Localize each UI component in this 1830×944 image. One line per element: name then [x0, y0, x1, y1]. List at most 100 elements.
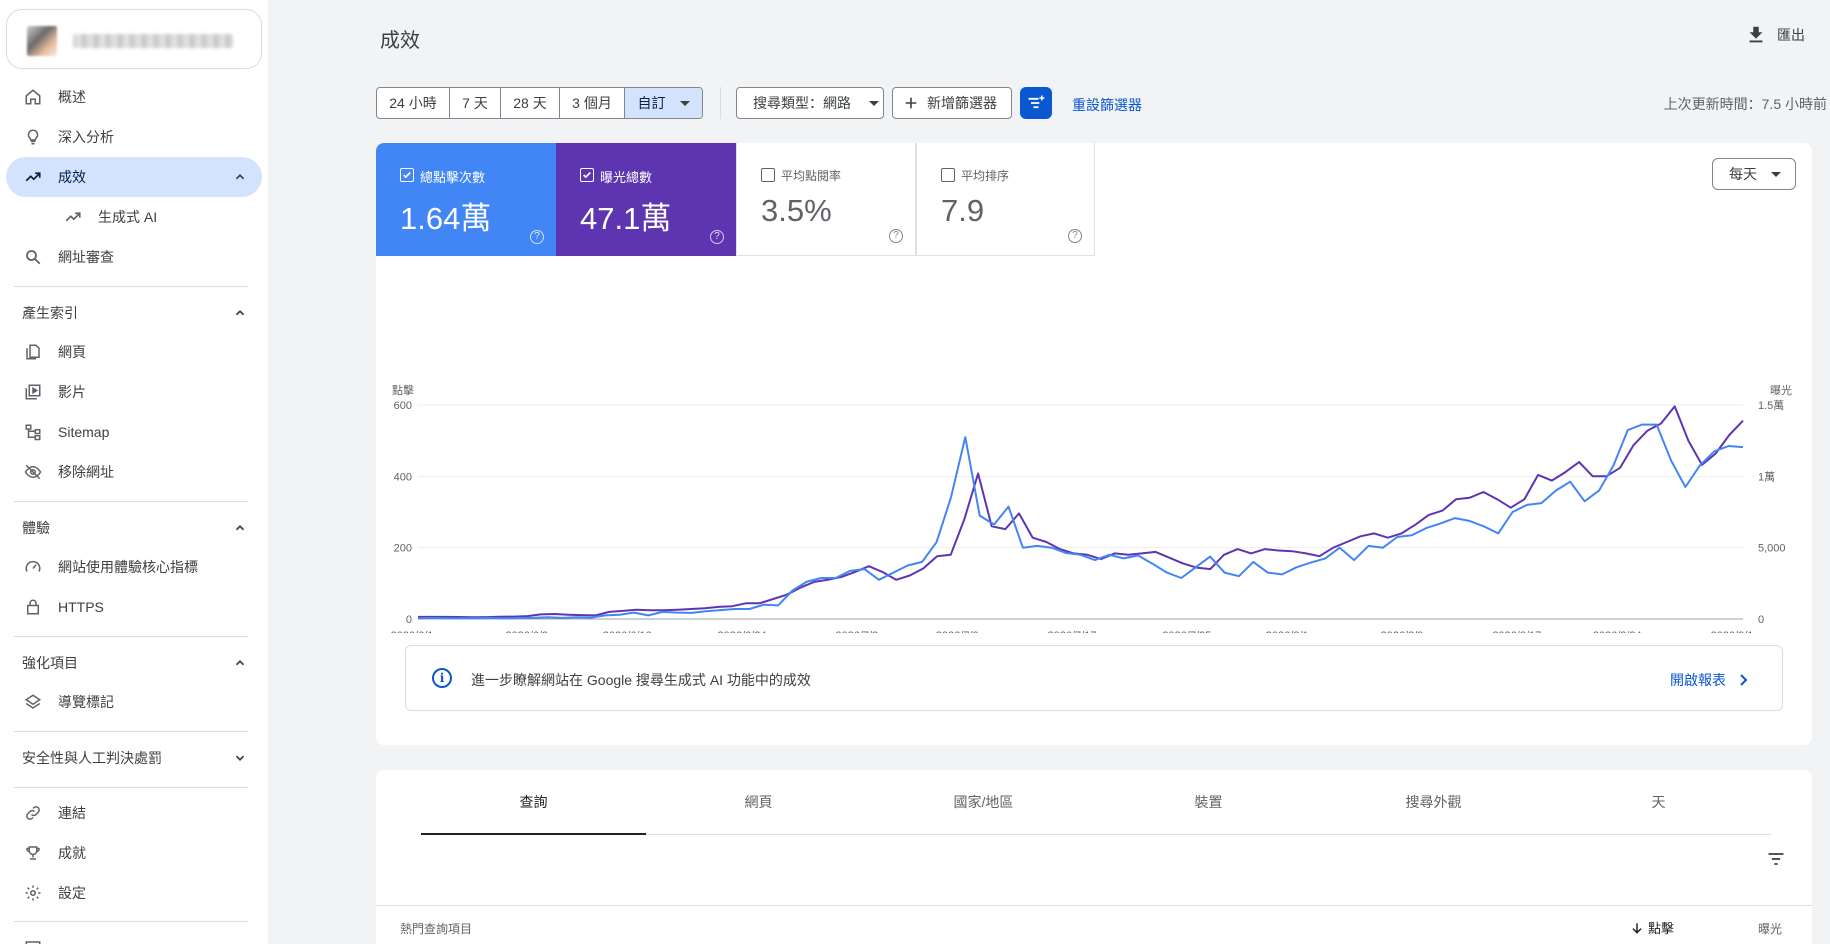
sidebar-item-label: 概述: [58, 89, 86, 105]
chevron-up-icon[interactable]: [230, 167, 250, 187]
sidebar-item-label: 移除網址: [58, 464, 114, 480]
sidebar-item-label: 連結: [58, 805, 86, 821]
sidebar-item-pages[interactable]: 網頁: [6, 332, 262, 372]
sidebar-item-label: 導覽標記: [58, 694, 114, 710]
metric-total-clicks[interactable]: 總點擊次數 1.64萬 ?: [376, 143, 556, 256]
search-icon: [23, 247, 43, 267]
range-3m[interactable]: 3 個月: [560, 88, 625, 118]
checkbox-checked-icon[interactable]: [580, 168, 594, 182]
help-icon[interactable]: ?: [889, 229, 903, 243]
metric-value: 7.9: [941, 193, 985, 228]
x-tick-label: 2026/8/1: [1266, 630, 1309, 633]
sidebar-item-performance[interactable]: 成效: [6, 157, 262, 197]
tab-pages[interactable]: 網頁: [646, 770, 871, 834]
column-header-queries: 熱門查詢項目: [400, 922, 473, 936]
sidebar-item-breadcrumbs[interactable]: 導覽標記: [6, 682, 262, 722]
x-tick-label: 2026/6/16: [603, 630, 652, 633]
help-icon[interactable]: ?: [1068, 229, 1082, 243]
series-line-clicks: [417, 423, 1744, 620]
section-security[interactable]: 安全性與人工判決處罰: [6, 742, 262, 774]
tab-countries[interactable]: 國家/地區: [871, 770, 1096, 834]
sidebar-item-videos[interactable]: 影片: [6, 372, 262, 412]
sidebar-item-overview[interactable]: 概述: [6, 77, 262, 117]
checkbox-unchecked-icon[interactable]: [941, 168, 955, 182]
filter-list-icon[interactable]: [1764, 847, 1788, 871]
date-range-selector: 24 小時 7 天 28 天 3 個月 自訂: [376, 87, 703, 119]
section-experience[interactable]: 體驗: [6, 512, 262, 544]
metric-average-ctr[interactable]: 平均點閱率 3.5% ?: [736, 143, 916, 256]
metric-label: 曝光總數: [600, 170, 653, 185]
sidebar-item-label: 網頁: [58, 344, 86, 360]
section-enhancements[interactable]: 強化項目: [6, 647, 262, 679]
tab-dates[interactable]: 天: [1546, 770, 1771, 834]
trending-up-icon: [63, 207, 83, 227]
ai-features-banner: i 進一步瞭解網站在 Google 搜尋生成式 AI 功能中的成效 開啟報表: [405, 645, 1783, 711]
metric-average-position[interactable]: 平均排序 7.9 ?: [916, 143, 1095, 256]
trophy-icon: [23, 843, 43, 863]
sidebar-item-generative-ai[interactable]: 生成式 AI: [6, 197, 262, 237]
range-28d[interactable]: 28 天: [501, 88, 560, 118]
metric-total-impressions[interactable]: 曝光總數 47.1萬 ?: [556, 143, 736, 256]
search-type-dropdown[interactable]: 搜尋類型：網路: [736, 87, 884, 119]
sidebar-item-achievements[interactable]: 成就: [6, 833, 262, 873]
gear-icon: [23, 883, 43, 903]
chevron-up-icon: [230, 303, 250, 323]
sidebar-item-https[interactable]: HTTPS: [6, 587, 262, 627]
sidebar-item-label: 網站使用體驗核心指標: [58, 559, 198, 575]
y-tick-right: 1萬: [1758, 470, 1775, 483]
sidebar-item-insights[interactable]: 深入分析: [6, 117, 262, 157]
property-name-redacted: [73, 34, 233, 48]
sidebar-item-core-web-vitals[interactable]: 網站使用體驗核心指標: [6, 547, 262, 587]
open-report-label: 開啟報表: [1670, 672, 1726, 688]
open-report-link[interactable]: 開啟報表: [1670, 670, 1748, 690]
sidebar: 概述 深入分析 成效 生成式 AI 網址審查 產生索引 網頁 影片 Sitema…: [0, 0, 268, 944]
sidebar-item-label: Sitemap: [58, 424, 110, 440]
toolbar-divider: [720, 87, 721, 119]
export-label: 匯出: [1777, 27, 1805, 43]
sitemap-icon: [23, 422, 43, 442]
tab-devices[interactable]: 裝置: [1096, 770, 1321, 834]
sidebar-divider: [14, 501, 248, 502]
layers-icon: [23, 692, 43, 712]
section-label: 強化項目: [22, 655, 78, 671]
sidebar-item-url-inspection[interactable]: 網址審查: [6, 237, 262, 277]
tab-search-appearance[interactable]: 搜尋外觀: [1321, 770, 1546, 834]
range-7d[interactable]: 7 天: [450, 88, 501, 118]
checkbox-checked-icon[interactable]: [400, 168, 414, 182]
sidebar-item-label: 深入分析: [58, 129, 114, 145]
granularity-dropdown[interactable]: 每天: [1712, 158, 1796, 190]
lightbulb-icon: [23, 127, 43, 147]
metric-value: 3.5%: [761, 193, 832, 228]
sidebar-item-removals[interactable]: 移除網址: [6, 452, 262, 492]
add-filter-button[interactable]: 新增篩選器: [892, 87, 1012, 119]
sidebar-item-sitemap[interactable]: Sitemap: [6, 412, 262, 452]
range-24h[interactable]: 24 小時: [377, 88, 450, 118]
sidebar-item-label: 影片: [58, 384, 86, 400]
checkbox-unchecked-icon[interactable]: [761, 168, 775, 182]
section-indexing[interactable]: 產生索引: [6, 297, 262, 329]
export-button[interactable]: 匯出: [1745, 24, 1805, 46]
sidebar-item-clipped[interactable]: [6, 928, 262, 944]
range-custom[interactable]: 自訂: [625, 88, 702, 118]
tab-queries[interactable]: 查詢: [421, 770, 646, 835]
sidebar-item-links[interactable]: 連結: [6, 793, 262, 833]
dropdown-arrow-icon: [869, 100, 879, 106]
help-icon[interactable]: ?: [710, 230, 724, 244]
metric-label: 平均點閱率: [781, 169, 842, 183]
sidebar-item-label: HTTPS: [58, 599, 104, 615]
reset-filters-link[interactable]: 重設篩選器: [1072, 95, 1142, 115]
sidebar-divider: [14, 731, 248, 732]
y-tick-right: 5,000: [1758, 543, 1786, 555]
chevron-down-icon: [230, 748, 250, 768]
help-icon[interactable]: ?: [530, 230, 544, 244]
column-header-clicks[interactable]: 點擊: [1630, 918, 1674, 937]
lock-icon: [23, 597, 43, 617]
download-icon: [1749, 26, 1763, 43]
ai-filter-button[interactable]: [1020, 87, 1052, 119]
sidebar-item-label: 設定: [58, 885, 86, 901]
sidebar-divider: [14, 787, 248, 788]
property-selector[interactable]: [6, 9, 262, 69]
column-header-impressions[interactable]: 曝光: [1758, 920, 1782, 937]
property-favicon: [27, 26, 57, 56]
sidebar-item-settings[interactable]: 設定: [6, 873, 262, 913]
